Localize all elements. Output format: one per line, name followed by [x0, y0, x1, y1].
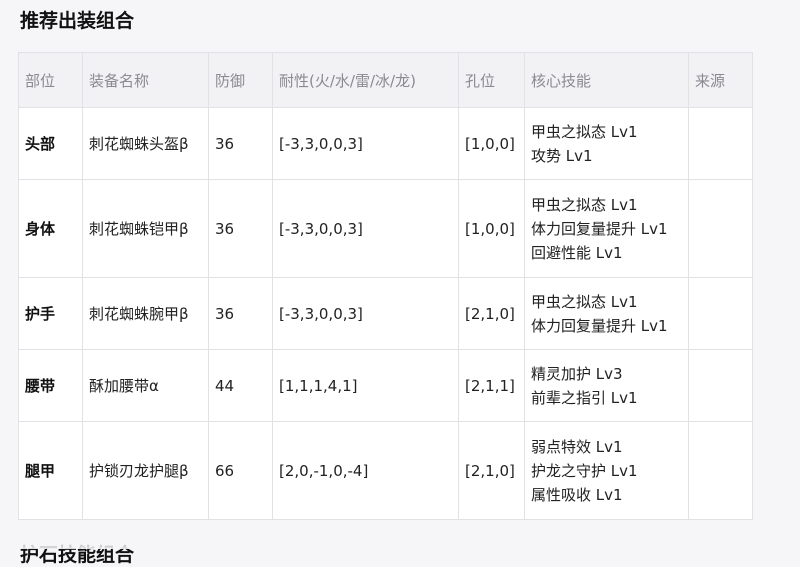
cell-part: 腰带 — [18, 349, 83, 422]
cell-resist: [-3,3,0,0,3] — [272, 107, 459, 180]
table-row: 腿甲 护锁刃龙护腿β 66 [2,0,-1,0,-4] [2,1,0] 弱点特效… — [18, 421, 753, 520]
cell-part: 腿甲 — [18, 421, 83, 520]
cell-source — [688, 277, 753, 350]
skill-item: 攻势 Lv1 — [531, 146, 593, 165]
next-section-title: 护石技能组合 — [20, 544, 135, 566]
cell-skills: 甲虫之拟态 Lv1 体力回复量提升 Lv1 — [524, 277, 689, 350]
table-row: 头部 刺花蜘蛛头盔β 36 [-3,3,0,0,3] [1,0,0] 甲虫之拟态… — [18, 107, 753, 180]
table-row: 身体 刺花蜘蛛铠甲β 36 [-3,3,0,0,3] [1,0,0] 甲虫之拟态… — [18, 179, 753, 278]
cell-name: 护锁刃龙护腿β — [82, 421, 209, 520]
cell-source — [688, 179, 753, 278]
table-row: 护手 刺花蜘蛛腕甲β 36 [-3,3,0,0,3] [2,1,0] 甲虫之拟态… — [18, 277, 753, 350]
cell-resist: [-3,3,0,0,3] — [272, 277, 459, 350]
cell-defense: 44 — [208, 349, 273, 422]
skill-item: 前辈之指引 Lv1 — [531, 388, 638, 407]
cell-resist: [2,0,-1,0,-4] — [272, 421, 459, 520]
section-title: 推荐出装组合 — [20, 10, 135, 32]
header-defense: 防御 — [208, 52, 273, 108]
cell-slots: [1,0,0] — [458, 179, 525, 278]
cell-part: 身体 — [18, 179, 83, 278]
cell-slots: [2,1,1] — [458, 349, 525, 422]
header-name: 装备名称 — [82, 52, 209, 108]
header-part: 部位 — [18, 52, 83, 108]
cell-slots: [2,1,0] — [458, 277, 525, 350]
cell-source — [688, 349, 753, 422]
skill-item: 甲虫之拟态 Lv1 — [531, 292, 638, 311]
cell-skills: 精灵加护 Lv3 前辈之指引 Lv1 — [524, 349, 689, 422]
cell-defense: 36 — [208, 277, 273, 350]
cell-slots: [2,1,0] — [458, 421, 525, 520]
skill-item: 弱点特效 Lv1 — [531, 437, 623, 456]
skill-item: 甲虫之拟态 Lv1 — [531, 122, 638, 141]
skill-item: 体力回复量提升 Lv1 — [531, 219, 668, 238]
table-row: 腰带 酥加腰带α 44 [1,1,1,4,1] [2,1,1] 精灵加护 Lv3… — [18, 349, 753, 422]
cell-resist: [1,1,1,4,1] — [272, 349, 459, 422]
cell-source — [688, 107, 753, 180]
cell-name: 酥加腰带α — [82, 349, 209, 422]
header-source: 来源 — [688, 52, 753, 108]
skill-item: 属性吸收 Lv1 — [531, 485, 623, 504]
cell-skills: 甲虫之拟态 Lv1 攻势 Lv1 — [524, 107, 689, 180]
cell-defense: 36 — [208, 179, 273, 278]
header-slots: 孔位 — [458, 52, 525, 108]
cell-defense: 66 — [208, 421, 273, 520]
cell-skills: 甲虫之拟态 Lv1 体力回复量提升 Lv1 回避性能 Lv1 — [524, 179, 689, 278]
cell-defense: 36 — [208, 107, 273, 180]
table-header-row: 部位 装备名称 防御 耐性(火/水/雷/冰/龙) 孔位 核心技能 来源 — [18, 52, 753, 108]
cell-part: 头部 — [18, 107, 83, 180]
cell-slots: [1,0,0] — [458, 107, 525, 180]
skill-item: 护龙之守护 Lv1 — [531, 461, 638, 480]
equipment-table: 部位 装备名称 防御 耐性(火/水/雷/冰/龙) 孔位 核心技能 来源 头部 刺… — [18, 52, 753, 520]
cell-source — [688, 421, 753, 520]
header-skills: 核心技能 — [524, 52, 689, 108]
cell-skills: 弱点特效 Lv1 护龙之守护 Lv1 属性吸收 Lv1 — [524, 421, 689, 520]
skill-item: 甲虫之拟态 Lv1 — [531, 195, 638, 214]
cell-name: 刺花蜘蛛头盔β — [82, 107, 209, 180]
cell-name: 刺花蜘蛛铠甲β — [82, 179, 209, 278]
equipment-table-container: 部位 装备名称 防御 耐性(火/水/雷/冰/龙) 孔位 核心技能 来源 头部 刺… — [18, 52, 753, 520]
skill-item: 精灵加护 Lv3 — [531, 364, 623, 383]
cell-part: 护手 — [18, 277, 83, 350]
skill-item: 回避性能 Lv1 — [531, 243, 623, 262]
skill-item: 体力回复量提升 Lv1 — [531, 316, 668, 335]
cell-resist: [-3,3,0,0,3] — [272, 179, 459, 278]
header-resist: 耐性(火/水/雷/冰/龙) — [272, 52, 459, 108]
cell-name: 刺花蜘蛛腕甲β — [82, 277, 209, 350]
